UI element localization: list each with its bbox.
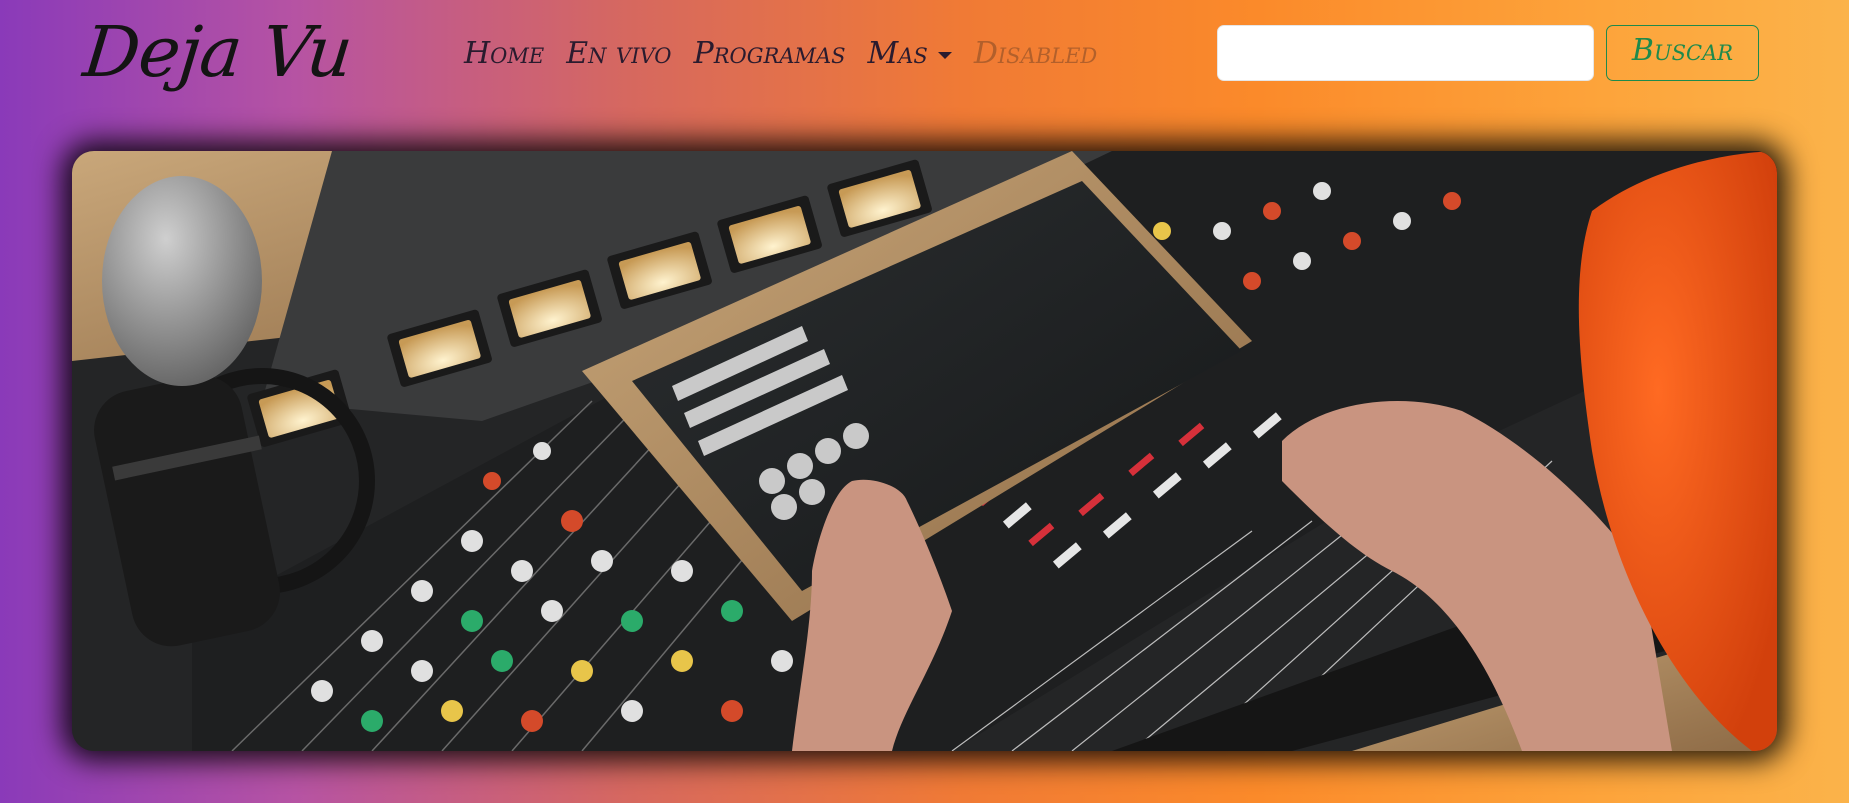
nav-item-mas-label: Mas (867, 35, 928, 71)
nav-item-disabled: Disabled (973, 35, 1098, 71)
navbar: Deja Vu Home En vivo Programas Mas Disab… (0, 0, 1849, 110)
nav-item-en-vivo[interactable]: En vivo (566, 36, 671, 71)
brand-logo[interactable]: Deja Vu (79, 2, 357, 102)
search-button[interactable]: Buscar (1606, 25, 1759, 81)
hero-banner-image (72, 151, 1777, 751)
caret-down-icon (937, 51, 952, 59)
nav-links: Home En vivo Programas Mas Disabled (464, 30, 1097, 76)
nav-item-programas[interactable]: Programas (694, 36, 846, 71)
search-input[interactable] (1217, 25, 1594, 81)
mixing-console-photo-icon (72, 151, 1777, 751)
nav-item-home[interactable]: Home (464, 36, 544, 71)
nav-item-mas-dropdown[interactable]: Mas (868, 36, 952, 71)
